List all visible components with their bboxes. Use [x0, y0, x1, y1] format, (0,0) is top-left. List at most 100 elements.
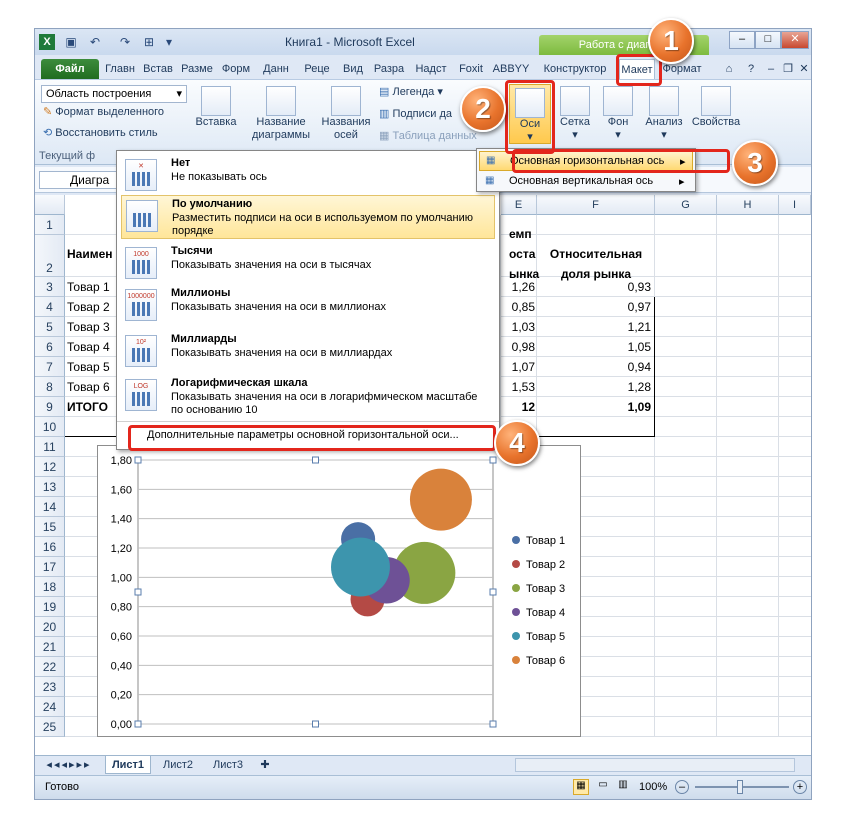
- table-cell-name[interactable]: Товар 2: [67, 298, 110, 316]
- menu-item-default[interactable]: По умолчанию Разместить подписи на оси в …: [121, 195, 495, 239]
- row-header[interactable]: 20: [35, 617, 65, 637]
- row-header[interactable]: 9: [35, 397, 65, 417]
- tab-review[interactable]: Реце: [297, 59, 337, 79]
- table-cell-name[interactable]: Товар 5: [67, 358, 110, 376]
- table-cell-e[interactable]: 12: [501, 398, 535, 416]
- column-header[interactable]: G: [655, 195, 717, 215]
- bubble-chart[interactable]: 0,00 0,20 0,40 0,60 0,80 1,00 1,20 1,40 1,60 1,80…: [97, 445, 581, 749]
- row-header[interactable]: 1: [35, 215, 65, 235]
- page-layout-view-icon[interactable]: ▭: [595, 779, 611, 795]
- row-header[interactable]: 25: [35, 717, 65, 737]
- table-cell-f[interactable]: 1,21: [537, 318, 651, 336]
- menu-item-billions[interactable]: 10² Миллиарды Показывать значения на оси в…: [121, 331, 495, 373]
- page-break-view-icon[interactable]: ▥: [615, 779, 631, 795]
- table-cell-e[interactable]: 0,85: [501, 298, 535, 316]
- zoom-out-icon[interactable]: –: [675, 780, 689, 794]
- row-header[interactable]: 21: [35, 637, 65, 657]
- minimize-ribbon-icon[interactable]: –: [763, 59, 779, 79]
- zoom-level[interactable]: 100%: [639, 781, 667, 793]
- new-sheet-icon[interactable]: ✚: [255, 756, 275, 774]
- name-box[interactable]: Диагра: [39, 171, 119, 189]
- table-cell-f[interactable]: 0,94: [537, 358, 651, 376]
- table-cell-e[interactable]: 1,26: [501, 278, 535, 296]
- table-cell-e[interactable]: 1,53: [501, 378, 535, 396]
- zoom-in-icon[interactable]: +: [793, 780, 807, 794]
- tab-view[interactable]: Вид: [339, 59, 367, 79]
- redo-icon[interactable]: ↷: [117, 34, 133, 50]
- row-header[interactable]: 4: [35, 297, 65, 317]
- table-cell-name[interactable]: Товар 1: [67, 278, 110, 296]
- format-selection-button[interactable]: ✎ Формат выделенного: [43, 106, 164, 119]
- table-cell-name[interactable]: Товар 3: [67, 318, 110, 336]
- table-cell-f[interactable]: 0,97: [537, 298, 651, 316]
- row-header[interactable]: 17: [35, 557, 65, 577]
- help-collapse-icon[interactable]: ⌂: [721, 59, 737, 79]
- tab-insert[interactable]: Встав: [139, 59, 177, 79]
- row-header[interactable]: 24: [35, 697, 65, 717]
- insert-button[interactable]: Вставка: [193, 86, 239, 129]
- dropdown-icon[interactable]: ▾: [161, 34, 177, 50]
- help-icon[interactable]: ?: [743, 59, 759, 79]
- reset-style-button[interactable]: ⟲ Восстановить стиль: [43, 127, 158, 140]
- table-cell-f[interactable]: 1,28: [537, 378, 651, 396]
- data-labels-button[interactable]: ▥ Подписи да: [379, 108, 452, 121]
- select-all-corner[interactable]: [35, 195, 65, 215]
- sheet-tab-1[interactable]: Лист1: [105, 756, 151, 774]
- row-header[interactable]: 23: [35, 677, 65, 697]
- legend-button[interactable]: ▤ Легенда ▾: [379, 86, 443, 99]
- horizontal-scrollbar[interactable]: [515, 758, 795, 772]
- tab-design[interactable]: Конструктор: [535, 59, 615, 79]
- close-button[interactable]: ✕: [781, 31, 809, 49]
- chart-title-button[interactable]: Название диаграммы: [249, 86, 313, 142]
- tab-page-layout[interactable]: Разме: [179, 59, 215, 79]
- row-header[interactable]: 15: [35, 517, 65, 537]
- sheet-tab-3[interactable]: Лист3: [205, 756, 251, 774]
- axis-titles-button[interactable]: Названия осей: [317, 86, 375, 142]
- column-header[interactable]: F: [537, 195, 655, 215]
- analysis-button[interactable]: Анализ ▾: [643, 86, 685, 142]
- table-cell-name[interactable]: ИТОГО: [67, 398, 108, 416]
- row-header[interactable]: 12: [35, 457, 65, 477]
- tab-home[interactable]: Главн: [103, 59, 137, 79]
- save-icon[interactable]: ▣: [63, 34, 79, 50]
- column-header[interactable]: H: [717, 195, 779, 215]
- row-header[interactable]: 13: [35, 477, 65, 497]
- menu-item-log-scale[interactable]: LOG Логарифмическая шкала Показывать значе…: [121, 375, 495, 417]
- row-header[interactable]: 22: [35, 657, 65, 677]
- normal-view-icon[interactable]: ▦: [573, 779, 589, 795]
- tab-formulas[interactable]: Форм: [217, 59, 255, 79]
- tab-addins[interactable]: Надст: [411, 59, 451, 79]
- table-cell-f[interactable]: 1,09: [537, 398, 651, 416]
- tab-developer[interactable]: Разра: [369, 59, 409, 79]
- table-cell-e[interactable]: 1,07: [501, 358, 535, 376]
- restore-icon[interactable]: ❐: [781, 59, 795, 79]
- table-cell-name[interactable]: Товар 4: [67, 338, 110, 356]
- sheet-nav-icons[interactable]: ◂◂◂▸▸▸: [39, 756, 99, 774]
- column-header[interactable]: E: [501, 195, 537, 215]
- close-doc-icon[interactable]: ✕: [797, 59, 811, 79]
- tab-foxit[interactable]: Foxit: [453, 59, 489, 79]
- zoom-slider-thumb[interactable]: [737, 780, 743, 794]
- table-cell-f[interactable]: 1,05: [537, 338, 651, 356]
- undo-icon[interactable]: ↶: [87, 34, 103, 50]
- table-cell-e[interactable]: 0,98: [501, 338, 535, 356]
- menu-item-none[interactable]: ✕ Нет Не показывать ось: [121, 155, 495, 197]
- row-header[interactable]: 8: [35, 377, 65, 397]
- grid-icon[interactable]: ⊞: [141, 34, 157, 50]
- menu-item-millions[interactable]: 1000000 Миллионы Показывать значения на ос…: [121, 285, 495, 327]
- row-header[interactable]: 2: [35, 235, 65, 277]
- tab-data[interactable]: Данн: [257, 59, 295, 79]
- column-header[interactable]: I: [779, 195, 811, 215]
- row-header[interactable]: 3: [35, 277, 65, 297]
- submenu-item-vertical[interactable]: ▦ Основная вертикальная ось ▸: [479, 173, 693, 191]
- properties-button[interactable]: Свойства: [689, 86, 743, 129]
- chart-elements-select[interactable]: Область построения ▾: [41, 85, 187, 103]
- row-header[interactable]: 19: [35, 597, 65, 617]
- menu-item-thousands[interactable]: 1000 Тысячи Показывать значения на оси в т…: [121, 243, 495, 285]
- row-header[interactable]: 16: [35, 537, 65, 557]
- row-header[interactable]: 18: [35, 577, 65, 597]
- table-cell-name[interactable]: Товар 6: [67, 378, 110, 396]
- minimize-button[interactable]: –: [729, 31, 755, 49]
- sheet-tab-2[interactable]: Лист2: [155, 756, 201, 774]
- table-cell-f[interactable]: 0,93: [537, 278, 651, 296]
